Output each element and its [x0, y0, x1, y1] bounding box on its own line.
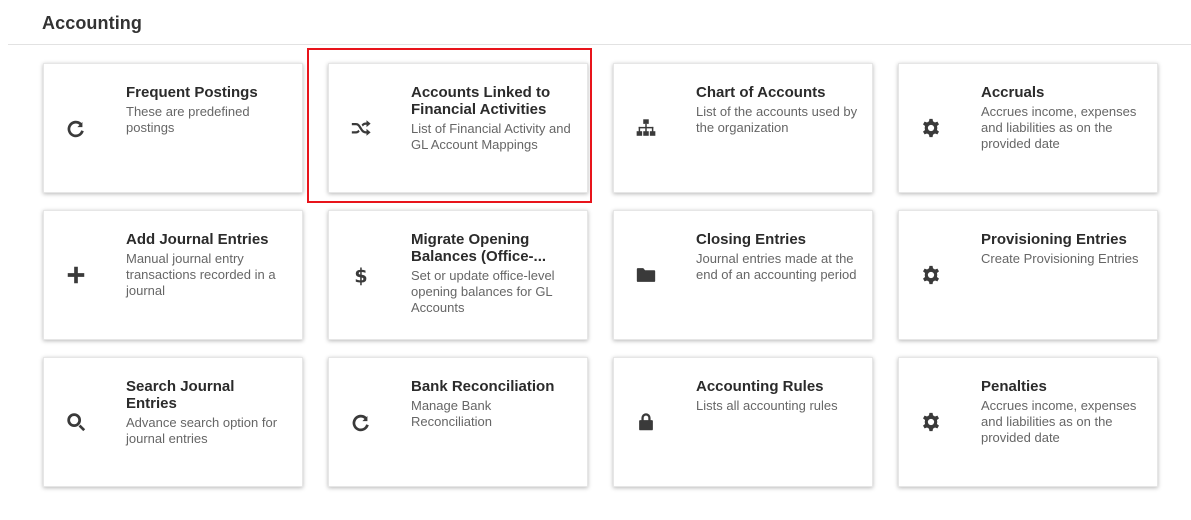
- card-description: Journal entries made at the end of an ac…: [696, 251, 857, 282]
- gear-icon: [919, 116, 943, 140]
- card-frequent-postings[interactable]: Frequent Postings These are predefined p…: [43, 63, 303, 193]
- accounting-card-grid: Frequent Postings These are predefined p…: [43, 48, 1158, 487]
- gear-icon: [919, 410, 943, 434]
- card-accruals[interactable]: Accruals Accrues income, expenses and li…: [898, 63, 1158, 193]
- title-divider: [8, 44, 1191, 45]
- card-title: Bank Reconciliation: [411, 378, 555, 395]
- card-chart-of-accounts[interactable]: Chart of Accounts List of the accounts u…: [613, 63, 873, 193]
- card-title: Accounting Rules: [696, 378, 824, 395]
- redo-icon: [349, 410, 373, 434]
- card-title: Penalties: [981, 378, 1047, 395]
- card-penalties[interactable]: Penalties Accrues income, expenses and l…: [898, 357, 1158, 487]
- card-bank-reconciliation[interactable]: Bank Reconciliation Manage Bank Reconcil…: [328, 357, 588, 487]
- sitemap-icon: [634, 116, 658, 140]
- card-title: Closing Entries: [696, 231, 807, 248]
- card-description: These are predefined postings: [126, 104, 250, 135]
- page-title: Accounting: [42, 13, 142, 33]
- card-title: Accruals: [981, 84, 1045, 101]
- search-icon: [64, 410, 88, 434]
- plus-icon: [64, 263, 88, 287]
- card-search-journal-entries[interactable]: Search Journal Entries Advance search op…: [43, 357, 303, 487]
- card-migrate-opening-balances[interactable]: $ Migrate Opening Balances (Office-... S…: [328, 210, 588, 340]
- card-add-journal-entries[interactable]: Add Journal Entries Manual journal entry…: [43, 210, 303, 340]
- dollar-icon: $: [349, 263, 373, 287]
- card-title: Accounts Linked to Financial Activities: [411, 84, 551, 118]
- card-description: Set or update office-level opening balan…: [411, 268, 555, 315]
- card-description: List of Financial Activity and GL Accoun…: [411, 121, 571, 152]
- card-title: Chart of Accounts: [696, 84, 826, 101]
- card-description: Accrues income, expenses and liabilities…: [981, 398, 1137, 445]
- card-title: Add Journal Entries: [126, 231, 269, 248]
- card-description: Create Provisioning Entries: [981, 251, 1139, 266]
- card-description: Accrues income, expenses and liabilities…: [981, 104, 1137, 151]
- card-closing-entries[interactable]: Closing Entries Journal entries made at …: [613, 210, 873, 340]
- shuffle-icon: [349, 116, 373, 140]
- card-title: Frequent Postings: [126, 84, 258, 101]
- card-title: Provisioning Entries: [981, 231, 1127, 248]
- lock-icon: [634, 410, 658, 434]
- svg-text:$: $: [354, 264, 367, 286]
- card-description: List of the accounts used by the organiz…: [696, 104, 858, 135]
- card-title: Search Journal Entries: [126, 378, 235, 412]
- card-description: Advance search option for journal entrie…: [126, 415, 278, 446]
- card-accounts-linked-to-financial-activities[interactable]: Accounts Linked to Financial Activities …: [307, 48, 592, 203]
- card-description: Manage Bank Reconciliation: [411, 398, 492, 429]
- gear-icon: [919, 263, 943, 287]
- card-title: Migrate Opening Balances (Office-...: [411, 231, 547, 265]
- card-accounting-rules[interactable]: Accounting Rules Lists all accounting ru…: [613, 357, 873, 487]
- redo-icon: [64, 116, 88, 140]
- folder-icon: [634, 263, 658, 287]
- card-description: Manual journal entry transactions record…: [126, 251, 276, 298]
- card-description: Lists all accounting rules: [696, 398, 838, 413]
- card-provisioning-entries[interactable]: Provisioning Entries Create Provisioning…: [898, 210, 1158, 340]
